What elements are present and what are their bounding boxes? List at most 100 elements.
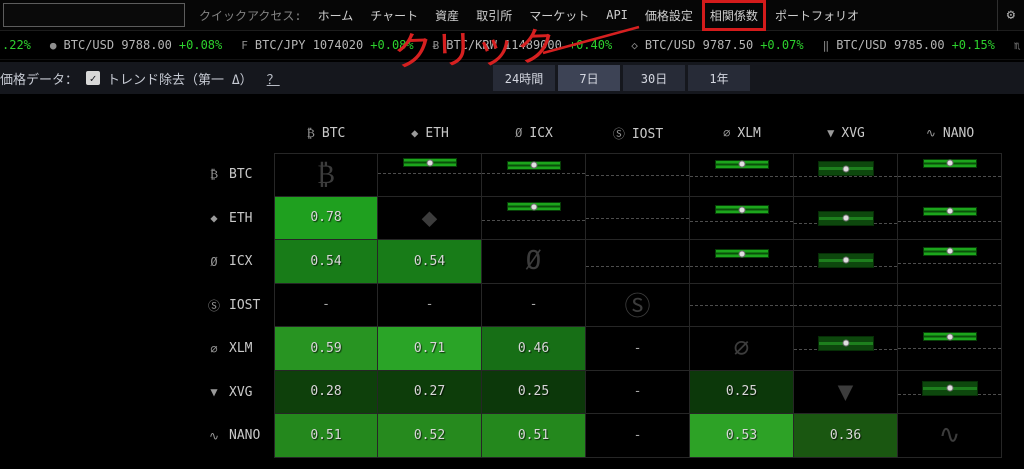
nav-item-相関係数[interactable]: 相関係数: [701, 0, 766, 31]
gemini-icon: ‖: [822, 38, 830, 52]
nav-item-API[interactable]: API: [606, 8, 628, 22]
period-button-1年[interactable]: 1年: [688, 65, 750, 91]
period-button-group: 24時間 7日 30日 1年: [493, 65, 750, 91]
period-button-24時間[interactable]: 24時間: [493, 65, 555, 91]
btc-coin-icon: ₿: [306, 125, 315, 140]
matrix-cell-BTC-NANO: [898, 153, 1002, 197]
matrix-col-header-IOST: Ⓢ IOST: [586, 125, 690, 142]
zero-dashed-line: [482, 219, 585, 221]
btc-diagonal-icon: ₿: [317, 159, 335, 190]
eth-coin-icon: ◆: [411, 125, 419, 140]
correlation-value: -: [633, 340, 642, 356]
xvg-coin-icon: ▼: [210, 385, 218, 400]
iost-diagonal-icon: Ⓢ: [624, 292, 651, 323]
nav-item-取引所[interactable]: 取引所: [476, 7, 512, 24]
correlation-value: 0.71: [413, 340, 446, 356]
eth-diagonal-icon: ◆: [421, 202, 438, 233]
ticker-change: +0.07%: [760, 38, 804, 52]
ticker-bar: .22% ● BTC/USD 9788.00 +0.08% F BTC/JPY 1074…: [0, 31, 1024, 60]
ticker-pair-price: BTC/JPY 1074020: [254, 38, 364, 52]
matrix-cell-NANO-NANO: ∿: [898, 414, 1002, 458]
iost-coin-icon: Ⓢ: [612, 126, 625, 141]
ticker-pair-price: BTC/USD 9787.50: [644, 38, 754, 52]
matrix-cell-NANO-XVG: 0.36: [794, 414, 898, 458]
matrix-col-header-BTC: ₿ BTC: [274, 126, 378, 141]
matrix-cell-ICX-BTC: 0.54: [274, 240, 378, 284]
correlation-value: 0.52: [413, 427, 446, 443]
correlation-range-bar: [506, 202, 561, 212]
matrix-cell-ETH-BTC: 0.78: [274, 196, 378, 240]
matrix-header-row: ₿ BTC ◆ ETH Ø ICX Ⓢ IOST ∅ XLM ▼ XVG ∿ NANO: [200, 113, 1002, 153]
correlation-value: 0.51: [517, 427, 550, 443]
row-header-label: ICX: [229, 254, 253, 270]
correlation-value: 0.46: [517, 340, 550, 356]
ticker-item[interactable]: ◇ BTC/USD 9787.50 +0.07%: [631, 38, 803, 52]
period-button-7日[interactable]: 7日: [558, 65, 620, 91]
ticker-item[interactable]: ● BTC/USD 9788.00 +0.08%: [50, 38, 222, 52]
col-header-label: BTC: [321, 125, 346, 141]
col-header-label: IOST: [631, 126, 664, 142]
nano-coin-icon: ∿: [208, 428, 220, 443]
matrix-cell-ETH-XVG: [794, 196, 898, 240]
help-link[interactable]: ？: [267, 69, 280, 88]
xvg-coin-icon: ▼: [827, 125, 835, 140]
nav-item-価格設定[interactable]: 価格設定: [645, 7, 693, 24]
icx-diagonal-icon: Ø: [525, 246, 542, 277]
nav-item-チャート[interactable]: チャート: [370, 7, 418, 24]
matrix-cell-ETH-ICX: [482, 196, 586, 240]
bithumb-icon: Ƀ: [432, 38, 440, 52]
matrix-cell-NANO-IOST: -: [586, 414, 690, 458]
ticker-item[interactable]: ♏BTC/EUR 9031.20+0.10%: [1014, 38, 1024, 52]
ticker-item[interactable]: ‖ BTC/USD 9785.00 +0.15%: [823, 38, 995, 52]
correlation-range-bar: [506, 160, 561, 170]
matrix-col-header-XVG: ▼ XVG: [794, 126, 898, 141]
matrix-row-label-ETH: ◆ ETH: [200, 197, 274, 241]
correlation-matrix: ₿ BTC ◆ ETH Ø ICX Ⓢ IOST ∅ XLM ▼ XVG ∿ NANO ₿ BTC ₿ ◆ ETH 0…: [200, 113, 1002, 458]
ticker-change: +0.08%: [178, 38, 223, 52]
matrix-row-ETH: ◆ ETH 0.78 ◆: [200, 196, 1002, 241]
nav-item-資産[interactable]: 資産: [435, 7, 459, 24]
correlation-range-bar: [922, 158, 977, 168]
xlm-coin-icon: ∅: [723, 125, 731, 140]
ticker-item[interactable]: F BTC/JPY 1074020 +0.08%: [241, 38, 413, 52]
correlation-value: -: [425, 297, 434, 313]
correlation-value: 0.51: [310, 427, 342, 443]
matrix-cell-IOST-IOST: Ⓢ: [586, 283, 690, 327]
col-header-label: NANO: [942, 125, 975, 141]
zero-dashed-line: [482, 173, 585, 175]
correlation-value: -: [322, 297, 330, 313]
correlation-range-bar: [817, 161, 874, 177]
bitflyer-icon: F: [241, 38, 248, 52]
matrix-row-label-BTC: ₿ BTC: [200, 153, 274, 197]
ticker-item[interactable]: Ƀ BTC/KRW 11489000 +0.40%: [433, 38, 613, 52]
matrix-cell-XLM-IOST: -: [586, 327, 690, 371]
correlation-range-bar: [921, 380, 978, 396]
search-input[interactable]: [3, 3, 185, 27]
period-button-30日[interactable]: 30日: [623, 65, 685, 91]
matrix-row-label-XLM: ∅ XLM: [200, 327, 274, 371]
nav-item-マーケット[interactable]: マーケット: [529, 7, 589, 24]
ticker-change: +0.15%: [951, 38, 995, 52]
matrix-cell-XLM-ICX: 0.46: [482, 327, 586, 371]
nano-coin-icon: ∿: [925, 125, 936, 140]
matrix-cell-ICX-NANO: [898, 240, 1002, 284]
zero-dashed-line: [690, 175, 793, 177]
matrix-row-ICX: Ø ICX 0.54 0.54 Ø: [200, 240, 1002, 284]
matrix-cell-ETH-ETH: ◆: [378, 196, 482, 240]
zero-dashed-line: [690, 265, 793, 267]
matrix-cell-NANO-BTC: 0.51: [274, 414, 378, 458]
zero-dashed-line: [794, 304, 897, 306]
bitstamp-icon: ●: [49, 38, 57, 52]
gear-icon[interactable]: ⚙: [1007, 7, 1015, 23]
xlm-coin-icon: ∅: [210, 341, 218, 356]
icx-coin-icon: Ø: [210, 254, 218, 269]
matrix-cell-ICX-XVG: [794, 240, 898, 284]
correlation-value: 0.59: [310, 340, 342, 356]
matrix-cell-BTC-XLM: [690, 153, 794, 197]
matrix-row-label-IOST: Ⓢ IOST: [200, 284, 274, 328]
correlation-range-bar: [922, 332, 977, 342]
nav-item-ホーム[interactable]: ホーム: [318, 7, 354, 24]
nav-item-ポートフォリオ[interactable]: ポートフォリオ: [775, 7, 859, 24]
detrend-checkbox[interactable]: ✓: [86, 71, 101, 85]
nav-menu: ホーム チャート 資産 取引所 マーケット API 価格設定 相関係数 ポートフォリオ: [318, 0, 859, 31]
